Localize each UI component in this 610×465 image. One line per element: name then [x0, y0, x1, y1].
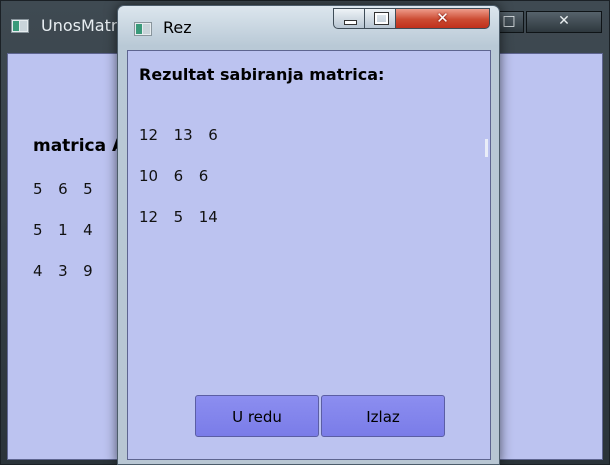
dialog-title: Rez	[163, 18, 192, 37]
maximize-icon	[374, 12, 389, 25]
matrix-a-row: 5 6 5	[33, 180, 93, 198]
result-row: 10 6 6	[139, 167, 209, 185]
result-row: 12 13 6	[139, 126, 218, 144]
close-icon: ✕	[436, 9, 449, 27]
matrix-a-row: 4 3 9	[33, 262, 93, 280]
close-button[interactable]: ✕	[395, 8, 490, 29]
matrix-a-row: 5 1 4	[33, 221, 93, 239]
maximize-button[interactable]	[364, 8, 396, 29]
minimize-icon	[344, 20, 357, 25]
maximize-icon: □	[502, 13, 516, 29]
ok-button[interactable]: U redu	[195, 395, 319, 437]
app-window-icon	[134, 22, 152, 36]
result-row: 12 5 14	[139, 208, 218, 226]
close-button[interactable]: ✕	[526, 11, 602, 33]
background-window-title: UnosMatrica	[41, 16, 119, 35]
result-dialog: Rez ✕ Rezultat sabiranja matrica: 12 13 …	[117, 5, 500, 465]
dialog-client-area: Rezultat sabiranja matrica: 12 13 6 10 6…	[127, 50, 491, 460]
minimize-button[interactable]	[333, 8, 365, 29]
matrix-a-label: matrica A	[33, 136, 126, 156]
app-window-icon	[11, 19, 29, 33]
exit-button[interactable]: Izlaz	[321, 395, 445, 437]
scrollbar-edge	[485, 139, 488, 157]
close-icon: ✕	[558, 13, 570, 29]
result-heading: Rezultat sabiranja matrica:	[139, 65, 385, 84]
